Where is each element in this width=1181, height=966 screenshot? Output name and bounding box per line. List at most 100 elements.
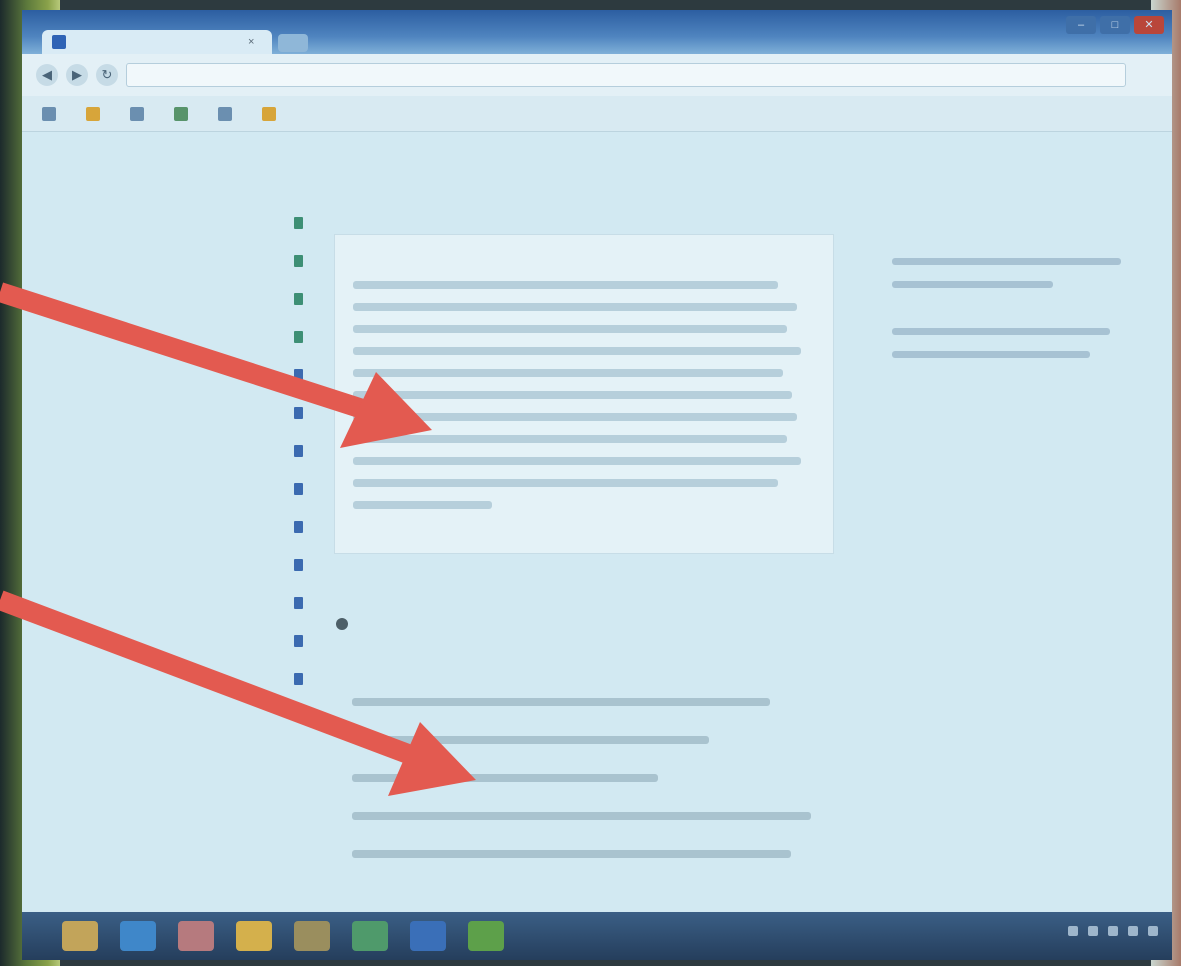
document-icon xyxy=(294,673,303,685)
related-link[interactable] xyxy=(892,351,1090,358)
back-button[interactable]: ◀ xyxy=(36,64,58,86)
sidebar-item[interactable] xyxy=(62,394,317,432)
address-bar[interactable] xyxy=(126,63,1126,87)
tray-icon[interactable] xyxy=(1068,926,1078,936)
list-item xyxy=(352,774,658,782)
sidebar-item[interactable] xyxy=(62,356,317,394)
right-column-title xyxy=(892,202,1152,218)
text-line xyxy=(353,413,797,421)
document-icon xyxy=(294,635,303,647)
forward-button[interactable]: ▶ xyxy=(66,64,88,86)
folder-icon[interactable] xyxy=(236,921,272,951)
list-item xyxy=(352,812,811,820)
sidebar-item[interactable] xyxy=(62,280,317,318)
document-icon xyxy=(294,597,303,609)
page-icon xyxy=(42,106,56,121)
list-item xyxy=(352,698,771,706)
excel-icon[interactable] xyxy=(352,921,388,951)
maximize-button[interactable]: □ xyxy=(1100,16,1130,34)
text-line xyxy=(353,501,492,509)
sidebar-item[interactable] xyxy=(62,432,317,470)
browser-tab-bar: × – □ ✕ xyxy=(22,10,1172,54)
monitor-screen: × – □ ✕ ◀ ▶ ↻ xyxy=(22,10,1172,960)
document-icon xyxy=(294,483,303,495)
tab-close-icon[interactable]: × xyxy=(248,36,254,48)
page-icon xyxy=(262,106,276,121)
explorer-icon[interactable] xyxy=(62,921,98,951)
main-content xyxy=(322,132,862,912)
web-page xyxy=(22,132,1172,912)
close-window-button[interactable]: ✕ xyxy=(1134,16,1164,34)
page-icon xyxy=(130,106,144,121)
windows-taskbar xyxy=(22,912,1172,960)
document-icon xyxy=(294,445,303,457)
media-icon[interactable] xyxy=(178,921,214,951)
section-subtitle-link[interactable] xyxy=(328,652,862,668)
sidebar-item[interactable] xyxy=(62,508,317,546)
related-link[interactable] xyxy=(892,281,1054,288)
text-line xyxy=(353,457,802,465)
page-title xyxy=(342,170,862,190)
tray-icon[interactable] xyxy=(1128,926,1138,936)
document-icon xyxy=(294,331,303,343)
tray-icon[interactable] xyxy=(1088,926,1098,936)
sidebar-item[interactable] xyxy=(62,318,317,356)
list-item xyxy=(352,850,791,858)
browser-toolbar: ◀ ▶ ↻ xyxy=(22,54,1172,96)
minimize-button[interactable]: – xyxy=(1066,16,1096,34)
sidebar-item[interactable] xyxy=(62,546,317,584)
tray-icon[interactable] xyxy=(1108,926,1118,936)
sidebar-item[interactable] xyxy=(62,470,317,508)
text-line xyxy=(353,325,788,333)
browser-tab[interactable]: × xyxy=(42,30,272,54)
right-column xyxy=(892,132,1152,912)
related-link[interactable] xyxy=(892,258,1121,265)
text-line xyxy=(353,281,779,289)
document-icon xyxy=(294,293,303,305)
bookmark-item[interactable] xyxy=(262,106,282,121)
sidebar-header xyxy=(62,132,317,166)
section-title xyxy=(328,614,862,634)
bookmark-item[interactable] xyxy=(174,106,194,121)
internet-explorer-icon[interactable] xyxy=(120,921,156,951)
sidebar-item[interactable] xyxy=(62,660,317,698)
bookmark-item[interactable] xyxy=(42,106,62,121)
tab-favicon-icon xyxy=(52,35,66,49)
info-icon[interactable] xyxy=(336,618,348,630)
document-icon xyxy=(294,217,303,229)
project-icon[interactable] xyxy=(468,921,504,951)
tray-icon[interactable] xyxy=(1148,926,1158,936)
page-icon xyxy=(218,106,232,121)
text-line xyxy=(353,369,783,377)
bookmark-item[interactable] xyxy=(130,106,150,121)
bookmark-item[interactable] xyxy=(218,106,238,121)
page-subtitle-link[interactable] xyxy=(342,202,862,218)
chrome-icon[interactable] xyxy=(294,921,330,951)
system-tray xyxy=(1068,926,1158,936)
related-link[interactable] xyxy=(892,328,1111,335)
sidebar-item[interactable] xyxy=(62,584,317,622)
window-controls: – □ ✕ xyxy=(1066,16,1164,34)
refresh-button[interactable]: ↻ xyxy=(96,64,118,86)
lync-icon[interactable] xyxy=(410,921,446,951)
document-icon xyxy=(294,369,303,381)
sidebar-item[interactable] xyxy=(62,242,317,280)
page-icon xyxy=(86,106,100,121)
sidebar-section-label xyxy=(62,166,317,204)
bookmark-item[interactable] xyxy=(86,106,106,121)
document-icon xyxy=(294,407,303,419)
text-line xyxy=(353,391,792,399)
text-line xyxy=(353,435,788,443)
text-card xyxy=(334,234,834,554)
text-line xyxy=(353,479,779,487)
document-icon xyxy=(294,521,303,533)
bullet-list xyxy=(352,698,862,858)
sidebar-item[interactable] xyxy=(62,204,317,242)
list-item xyxy=(352,736,709,744)
sidebar-item[interactable] xyxy=(62,622,317,660)
text-line xyxy=(353,303,797,311)
document-icon xyxy=(294,559,303,571)
text-line xyxy=(353,347,802,355)
sidebar xyxy=(62,132,317,912)
new-tab-button[interactable] xyxy=(278,34,308,52)
